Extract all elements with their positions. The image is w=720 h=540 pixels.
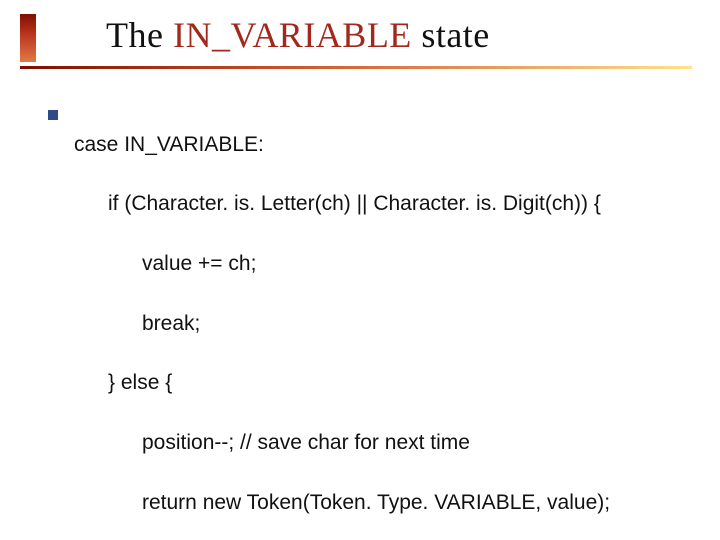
- square-bullet-icon: [48, 110, 58, 120]
- code-line: } else {: [74, 368, 692, 398]
- title-pre: The: [106, 15, 173, 55]
- slide-title: The IN_VARIABLE state: [106, 14, 490, 56]
- code-line: return new Token(Token. Type. VARIABLE, …: [74, 488, 692, 518]
- title-accent-bar: [20, 14, 36, 62]
- code-line: break;: [74, 309, 692, 339]
- slide: The IN_VARIABLE state case IN_VARIABLE: …: [0, 0, 720, 540]
- bullet-item: case IN_VARIABLE: if (Character. is. Let…: [48, 100, 692, 540]
- title-keyword: IN_VARIABLE: [173, 15, 412, 55]
- title-row: The IN_VARIABLE state: [0, 14, 720, 72]
- code-line: if (Character. is. Letter(ch) || Charact…: [74, 189, 692, 219]
- code-line: case IN_VARIABLE:: [74, 130, 692, 160]
- code-line: position--; // save char for next time: [74, 428, 692, 458]
- code-block: case IN_VARIABLE: if (Character. is. Let…: [74, 100, 692, 540]
- title-underline: [20, 66, 692, 69]
- title-post: state: [412, 15, 490, 55]
- slide-body: case IN_VARIABLE: if (Character. is. Let…: [48, 100, 692, 540]
- code-line: value += ch;: [74, 249, 692, 279]
